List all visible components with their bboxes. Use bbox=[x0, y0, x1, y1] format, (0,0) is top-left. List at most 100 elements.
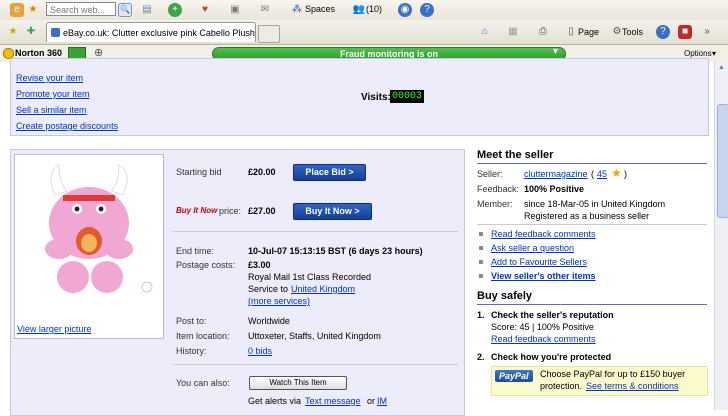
you-can-also-label: You can also: bbox=[176, 378, 230, 388]
new-tab-button[interactable] bbox=[258, 25, 280, 43]
item-location-value: Uttoxeter, Staffs, United Kingdom bbox=[248, 331, 381, 341]
seller-label: Seller: bbox=[477, 169, 503, 179]
tab-ebay[interactable]: eBay.co.uk: Clutter exclusive pink Cabel… bbox=[46, 22, 256, 42]
divider bbox=[173, 364, 458, 365]
seller-name-link[interactable]: cluttermagazine bbox=[524, 169, 588, 179]
chevron-down-icon[interactable]: ▾ bbox=[712, 49, 716, 58]
visits-counter: 00003 bbox=[390, 90, 425, 103]
star-icon: ★ bbox=[611, 166, 622, 180]
feedback-score-link[interactable]: 45 bbox=[597, 169, 607, 179]
mail-icon[interactable]: ▤ bbox=[140, 3, 154, 17]
search-icon[interactable]: 🔍 bbox=[118, 3, 132, 17]
item-image-frame[interactable]: View larger picture bbox=[14, 154, 164, 339]
postage-label: Postage costs: bbox=[176, 260, 236, 270]
postage-service: Royal Mail 1st Class Recorded bbox=[248, 272, 372, 282]
promote-item-link[interactable]: Promote your item bbox=[16, 89, 90, 99]
postage-discounts-link[interactable]: Create postage discounts bbox=[16, 121, 118, 131]
item-panel: View larger picture Starting bid £20.00 … bbox=[10, 149, 465, 416]
bids-history-link[interactable]: 0 bids bbox=[248, 346, 272, 356]
heart-icon[interactable]: ♥ bbox=[198, 3, 212, 17]
step-number: 2. bbox=[477, 352, 485, 362]
paypal-text-2: protection. bbox=[540, 381, 583, 391]
page-menu-icon: ▯ bbox=[568, 26, 574, 37]
add-favorite-icon[interactable]: ✚ bbox=[24, 25, 38, 39]
feedback-label: Feedback: bbox=[477, 184, 520, 194]
buy-it-now-button[interactable]: Buy It Now > bbox=[293, 203, 372, 220]
score-paren-close: ) bbox=[624, 169, 627, 179]
toolbar-extend-icon[interactable]: » bbox=[700, 25, 714, 39]
step1-feedback-link[interactable]: Read feedback comments bbox=[491, 334, 596, 344]
history-label: History: bbox=[176, 346, 207, 356]
post-to-label: Post to: bbox=[176, 316, 207, 326]
starting-bid-label: Starting bid bbox=[176, 167, 222, 177]
view-larger-picture-link[interactable]: View larger picture bbox=[17, 324, 91, 334]
feeds-icon[interactable]: ▦ bbox=[506, 25, 520, 39]
postage-country-link[interactable]: United Kingdom bbox=[291, 284, 355, 294]
im-link[interactable]: IM bbox=[377, 396, 387, 406]
sell-similar-link[interactable]: Sell a similar item bbox=[16, 105, 87, 115]
divider bbox=[477, 163, 707, 164]
bullet-icon bbox=[479, 232, 483, 236]
spaces-icon: ⁂ bbox=[292, 4, 302, 15]
norton-brand[interactable]: Norton 360 bbox=[15, 48, 62, 58]
starting-bid-value: £20.00 bbox=[248, 167, 276, 177]
scrollbar-thumb[interactable] bbox=[717, 104, 728, 218]
scroll-up-icon[interactable]: ▲ bbox=[718, 64, 725, 71]
notify-count[interactable]: (10) bbox=[366, 4, 382, 14]
buy-safely-section: Buy safely 1. Check the seller's reputat… bbox=[477, 290, 708, 410]
feed-icon[interactable]: ▣ bbox=[228, 3, 242, 17]
people-icon: 👥 bbox=[352, 4, 366, 15]
score-paren-open: ( bbox=[591, 169, 594, 179]
favorites-star-icon[interactable]: ★ bbox=[26, 3, 40, 17]
post-to-value: Worldwide bbox=[248, 316, 290, 326]
fraud-expand-icon: ▾ bbox=[553, 46, 559, 57]
page-menu[interactable]: Page bbox=[578, 27, 599, 37]
buy-it-now-logo: Buy It Now bbox=[176, 206, 218, 215]
pink-plush-monster-image[interactable] bbox=[15, 155, 163, 315]
meet-seller-section: Meet the seller Seller: cluttermagazine … bbox=[477, 149, 707, 281]
member-label: Member: bbox=[477, 199, 513, 209]
add-icon[interactable]: + bbox=[168, 3, 182, 17]
ask-seller-link[interactable]: Ask seller a question bbox=[491, 243, 574, 253]
divider bbox=[173, 231, 458, 232]
paypal-protection-box: PayPal Choose PayPal for up to £150 buye… bbox=[491, 366, 708, 396]
more-services-link[interactable]: (more services) bbox=[248, 296, 310, 306]
ie-menu-icon[interactable]: e bbox=[10, 3, 24, 17]
postage-cost: £3.00 bbox=[248, 260, 271, 270]
end-time-label: End time: bbox=[176, 246, 215, 256]
tools-menu[interactable]: Tools bbox=[622, 27, 643, 37]
step1-title: Check the seller's reputation bbox=[491, 310, 614, 320]
step-number: 1. bbox=[477, 310, 485, 320]
help-menu-icon[interactable]: ? bbox=[656, 25, 670, 39]
meet-seller-heading: Meet the seller bbox=[477, 149, 554, 161]
registered-business: Registered as a business seller bbox=[524, 211, 650, 221]
vertical-scrollbar[interactable]: ▲ bbox=[714, 62, 728, 410]
search-input[interactable]: Search web... bbox=[46, 2, 116, 16]
step1-score: Score: 45 | 100% Positive bbox=[491, 322, 594, 332]
page-icon bbox=[51, 28, 60, 37]
add-favourite-seller-link[interactable]: Add to Favourite Sellers bbox=[491, 257, 587, 267]
paypal-logo: PayPal bbox=[495, 370, 533, 382]
alerts-prefix: Get alerts via bbox=[248, 396, 302, 406]
end-time-value: 10-Jul-07 15:13:15 BST (6 days 23 hours) bbox=[248, 246, 423, 256]
divider bbox=[477, 224, 707, 225]
read-feedback-link[interactable]: Read feedback comments bbox=[491, 229, 596, 239]
place-bid-button[interactable]: Place Bid > bbox=[293, 164, 366, 181]
help-icon[interactable]: ? bbox=[420, 3, 434, 17]
home-icon[interactable]: ⌂ bbox=[478, 25, 492, 39]
revise-item-link[interactable]: Revise your item bbox=[16, 73, 83, 83]
watch-item-button[interactable]: Watch This Item bbox=[249, 376, 347, 390]
envelope-icon[interactable]: ✉ bbox=[258, 3, 272, 17]
print-icon[interactable]: ⎙ bbox=[536, 25, 550, 39]
bullet-icon bbox=[479, 246, 483, 250]
globe-icon[interactable]: ◉ bbox=[398, 3, 412, 17]
research-icon[interactable]: ■ bbox=[678, 25, 692, 39]
spaces-button[interactable]: Spaces bbox=[305, 4, 335, 14]
paypal-terms-link[interactable]: See terms & conditions bbox=[586, 381, 679, 391]
norton-options[interactable]: Options bbox=[684, 49, 712, 58]
favorites-center-icon[interactable]: ★ bbox=[6, 25, 20, 39]
seller-other-items-link[interactable]: View seller's other items bbox=[491, 271, 596, 281]
member-since: since 18-Mar-05 in United Kingdom bbox=[524, 199, 666, 209]
buy-safely-heading: Buy safely bbox=[477, 290, 533, 302]
text-message-link[interactable]: Text message bbox=[305, 396, 361, 406]
